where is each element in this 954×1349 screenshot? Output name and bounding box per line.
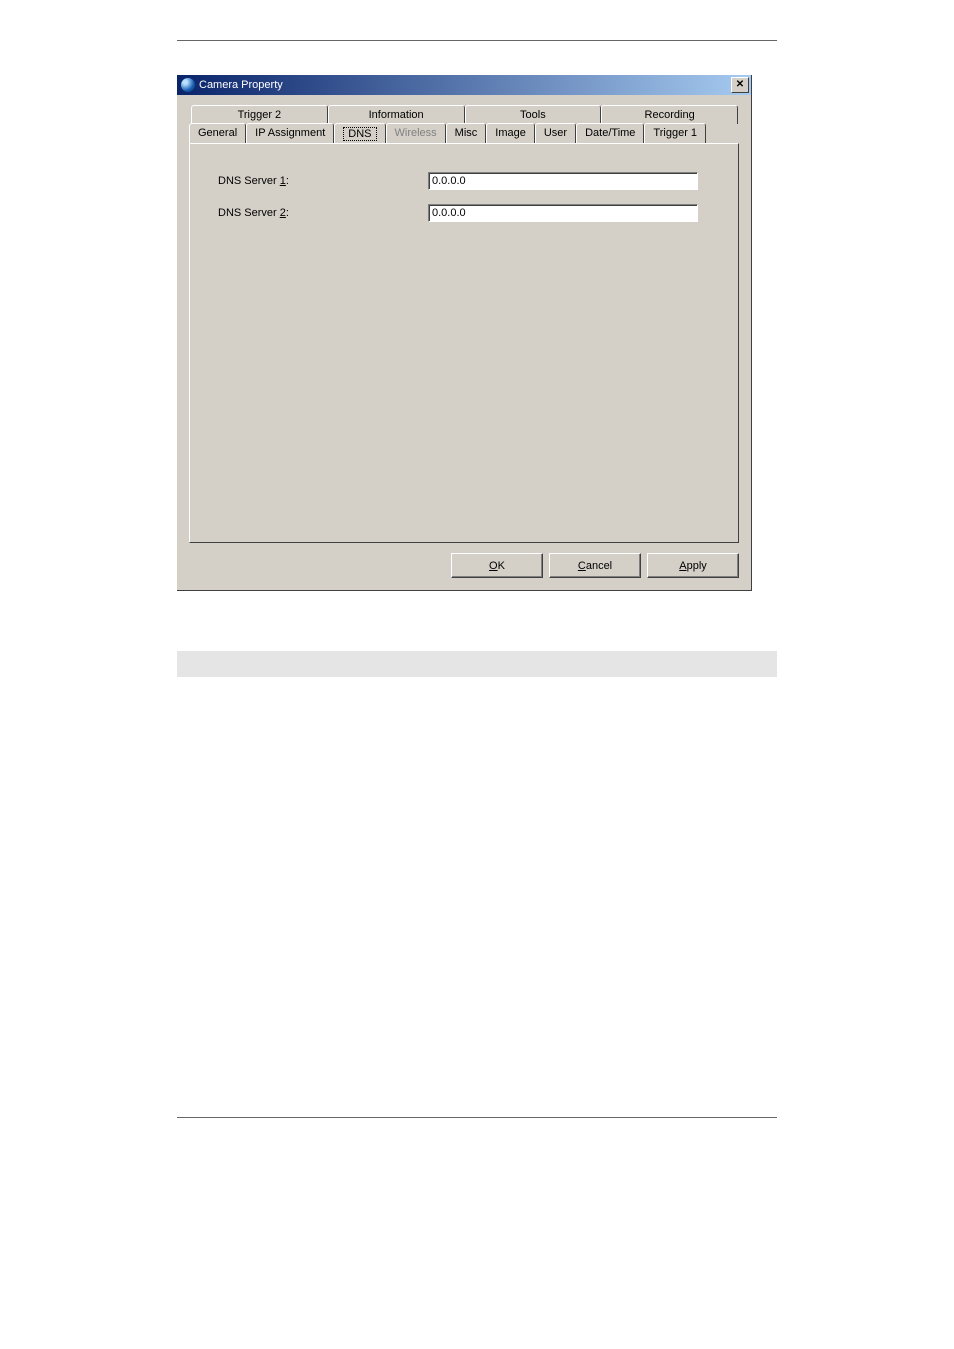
window-title: Camera Property	[199, 79, 731, 91]
tab-recording[interactable]: Recording	[601, 105, 738, 124]
tab-row-back: Trigger 2 Information Tools Recording	[189, 105, 739, 124]
tab-user[interactable]: User	[535, 123, 576, 144]
tab-trigger-2[interactable]: Trigger 2	[191, 105, 328, 124]
tab-label: Information	[369, 109, 424, 121]
page-header-rule	[177, 40, 777, 41]
tab-label: Wireless	[395, 127, 437, 139]
close-button[interactable]: ✕	[731, 77, 749, 93]
page-footer-rule	[177, 1117, 777, 1118]
tab-label: Misc	[455, 127, 478, 139]
dns-server-2-row: DNS Server 2:	[218, 204, 718, 222]
tab-row-front: General IP Assignment DNS Wireless	[189, 123, 739, 144]
tab-image[interactable]: Image	[486, 123, 535, 144]
tab-panel-dns: DNS Server 1: DNS Server 2:	[189, 143, 739, 543]
tab-misc[interactable]: Misc	[446, 123, 487, 144]
dialog-body: Trigger 2 Information Tools Recording	[177, 95, 751, 590]
tab-information[interactable]: Information	[328, 105, 465, 124]
app-icon	[181, 78, 195, 92]
dns-server-1-input[interactable]	[428, 172, 698, 190]
dns-server-1-row: DNS Server 1:	[218, 172, 718, 190]
tab-label: General	[198, 127, 237, 139]
tab-label: Image	[495, 127, 526, 139]
gray-strip	[177, 651, 777, 677]
dns-server-1-label: DNS Server 1:	[218, 175, 428, 187]
tab-label: Tools	[520, 109, 546, 121]
tab-label: IP Assignment	[255, 127, 325, 139]
blank-area	[0, 677, 954, 1117]
dns-server-2-label: DNS Server 2:	[218, 207, 428, 219]
camera-property-dialog: Camera Property ✕ Trigger 2 Information	[177, 75, 752, 591]
tab-ip-assignment[interactable]: IP Assignment	[246, 123, 334, 144]
dialog-button-bar: OK Cancel Apply	[189, 553, 739, 578]
tab-label: Date/Time	[585, 127, 635, 139]
tab-trigger-1[interactable]: Trigger 1	[644, 123, 706, 144]
tab-label: Trigger 2	[238, 109, 282, 121]
cancel-button[interactable]: Cancel	[549, 553, 641, 578]
titlebar: Camera Property ✕	[177, 75, 751, 95]
tab-label: Recording	[645, 109, 695, 121]
tab-tools[interactable]: Tools	[465, 105, 602, 124]
tab-control: Trigger 2 Information Tools Recording	[189, 105, 739, 543]
tab-label: Trigger 1	[653, 127, 697, 139]
dns-server-2-input[interactable]	[428, 204, 698, 222]
tab-label: DNS	[343, 127, 376, 141]
tab-wireless: Wireless	[386, 123, 446, 144]
tab-date-time[interactable]: Date/Time	[576, 123, 644, 144]
apply-button[interactable]: Apply	[647, 553, 739, 578]
ok-button[interactable]: OK	[451, 553, 543, 578]
tab-general[interactable]: General	[189, 123, 246, 144]
tab-dns[interactable]: DNS	[334, 123, 385, 145]
tab-label: User	[544, 127, 567, 139]
close-icon: ✕	[736, 80, 744, 90]
